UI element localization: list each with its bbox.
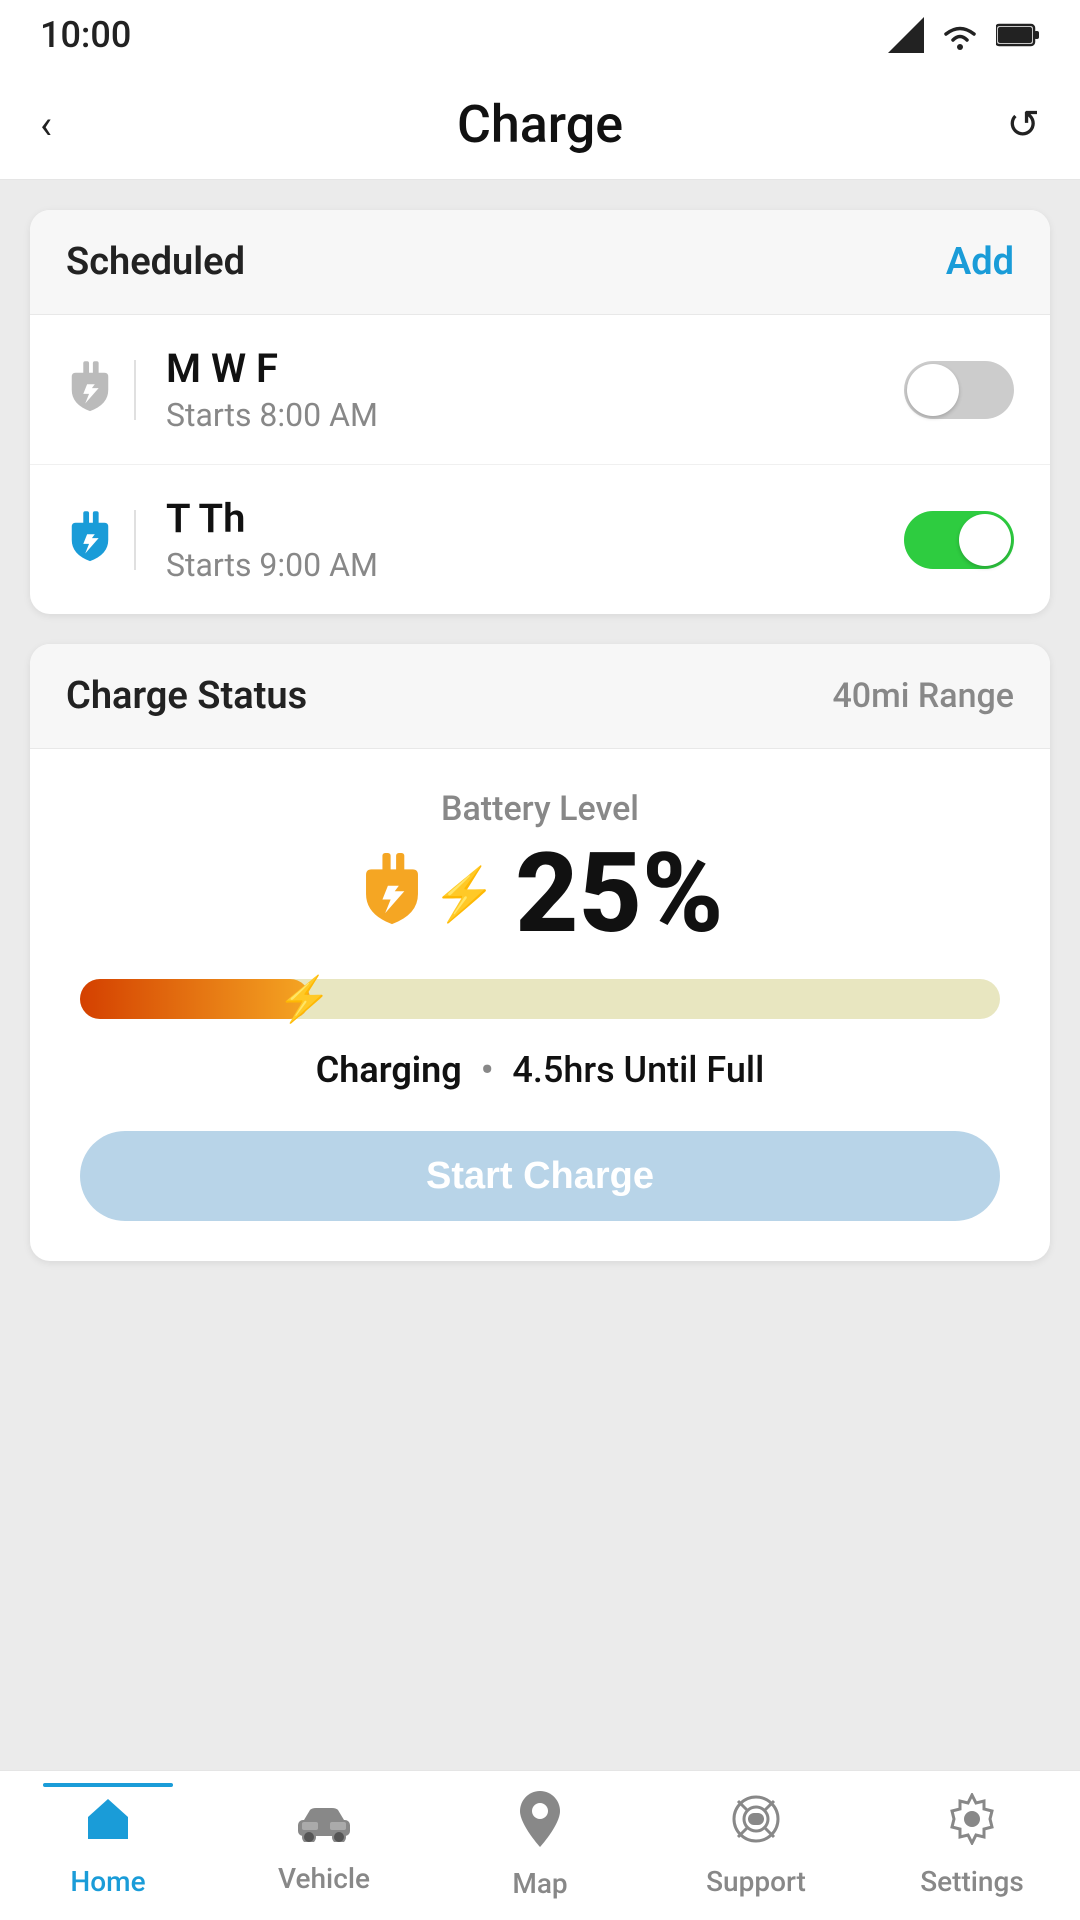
scheduled-title: Scheduled — [66, 240, 245, 284]
plug-inactive-icon — [66, 360, 114, 420]
battery-icon — [996, 22, 1040, 48]
charging-plug-icon — [356, 853, 428, 935]
lightning-icon: ⚡ — [432, 864, 497, 925]
schedule-toggle-2[interactable] — [904, 511, 1014, 569]
home-icon — [82, 1793, 134, 1857]
status-icons — [888, 17, 1040, 53]
progress-bar: ⚡ — [80, 979, 1000, 1019]
plug-active-icon — [66, 510, 114, 570]
add-schedule-button[interactable]: Add — [946, 240, 1014, 284]
charge-status-range: 40mi Range — [832, 676, 1014, 716]
schedule-item-1: M W F Starts 8:00 AM — [30, 315, 1050, 465]
charging-status-text: Charging • 4.5hrs Until Full — [80, 1049, 1000, 1091]
progress-bar-fill: ⚡ — [80, 979, 310, 1019]
nav-label-home: Home — [70, 1865, 145, 1898]
status-time: 10:00 — [40, 14, 131, 56]
refresh-button[interactable]: ↺ — [980, 101, 1040, 148]
schedule-info-2: T Th Starts 9:00 AM — [166, 495, 874, 584]
charge-status-header: Charge Status 40mi Range — [30, 644, 1050, 749]
charge-status-title: Charge Status — [66, 674, 307, 718]
toggle-knob-2 — [959, 514, 1011, 566]
nav-item-settings[interactable]: Settings — [864, 1783, 1080, 1898]
nav-item-vehicle[interactable]: Vehicle — [216, 1787, 432, 1895]
header: ‹ Charge ↺ — [0, 70, 1080, 180]
signal-icon — [888, 17, 924, 53]
settings-icon — [946, 1793, 998, 1857]
nav-item-support[interactable]: Support — [648, 1783, 864, 1898]
back-button[interactable]: ‹ — [40, 101, 100, 148]
map-icon — [518, 1791, 562, 1859]
battery-level-label: Battery Level — [80, 789, 1000, 829]
toggle-knob-1 — [907, 364, 959, 416]
vehicle-icon — [294, 1797, 354, 1854]
main-content: Scheduled Add M W F Starts 8:00 AM — [0, 180, 1080, 1770]
schedule-icon-2 — [66, 510, 136, 570]
charge-status-body: Battery Level ⚡ 25% ⚡ — [30, 749, 1050, 1261]
start-charge-button[interactable]: Start Charge — [80, 1131, 1000, 1221]
scheduled-card-header: Scheduled Add — [30, 210, 1050, 315]
progress-lightning-icon: ⚡ — [277, 973, 332, 1025]
nav-label-support: Support — [706, 1865, 806, 1898]
battery-percent-value: 25% — [515, 839, 723, 949]
schedule-time-2: Starts 9:00 AM — [166, 546, 874, 584]
nav-item-map[interactable]: Map — [432, 1781, 648, 1900]
schedule-icon-1 — [66, 360, 136, 420]
schedule-item-2: T Th Starts 9:00 AM — [30, 465, 1050, 614]
scheduled-card: Scheduled Add M W F Starts 8:00 AM — [30, 210, 1050, 614]
nav-label-settings: Settings — [920, 1865, 1024, 1898]
nav-label-vehicle: Vehicle — [278, 1862, 370, 1895]
charge-status-card: Charge Status 40mi Range Battery Level ⚡… — [30, 644, 1050, 1261]
page-title: Charge — [457, 94, 623, 155]
schedule-time-1: Starts 8:00 AM — [166, 396, 874, 434]
bottom-nav: Home Vehicle Map — [0, 1770, 1080, 1920]
schedule-days-2: T Th — [166, 495, 874, 542]
schedule-days-1: M W F — [166, 345, 874, 392]
battery-percent-row: ⚡ 25% — [80, 839, 1000, 949]
nav-label-map: Map — [512, 1867, 567, 1900]
schedule-info-1: M W F Starts 8:00 AM — [166, 345, 874, 434]
schedule-toggle-1[interactable] — [904, 361, 1014, 419]
support-icon — [730, 1793, 782, 1857]
wifi-icon — [940, 19, 980, 51]
status-bar: 10:00 — [0, 0, 1080, 70]
nav-item-home[interactable]: Home — [0, 1783, 216, 1898]
